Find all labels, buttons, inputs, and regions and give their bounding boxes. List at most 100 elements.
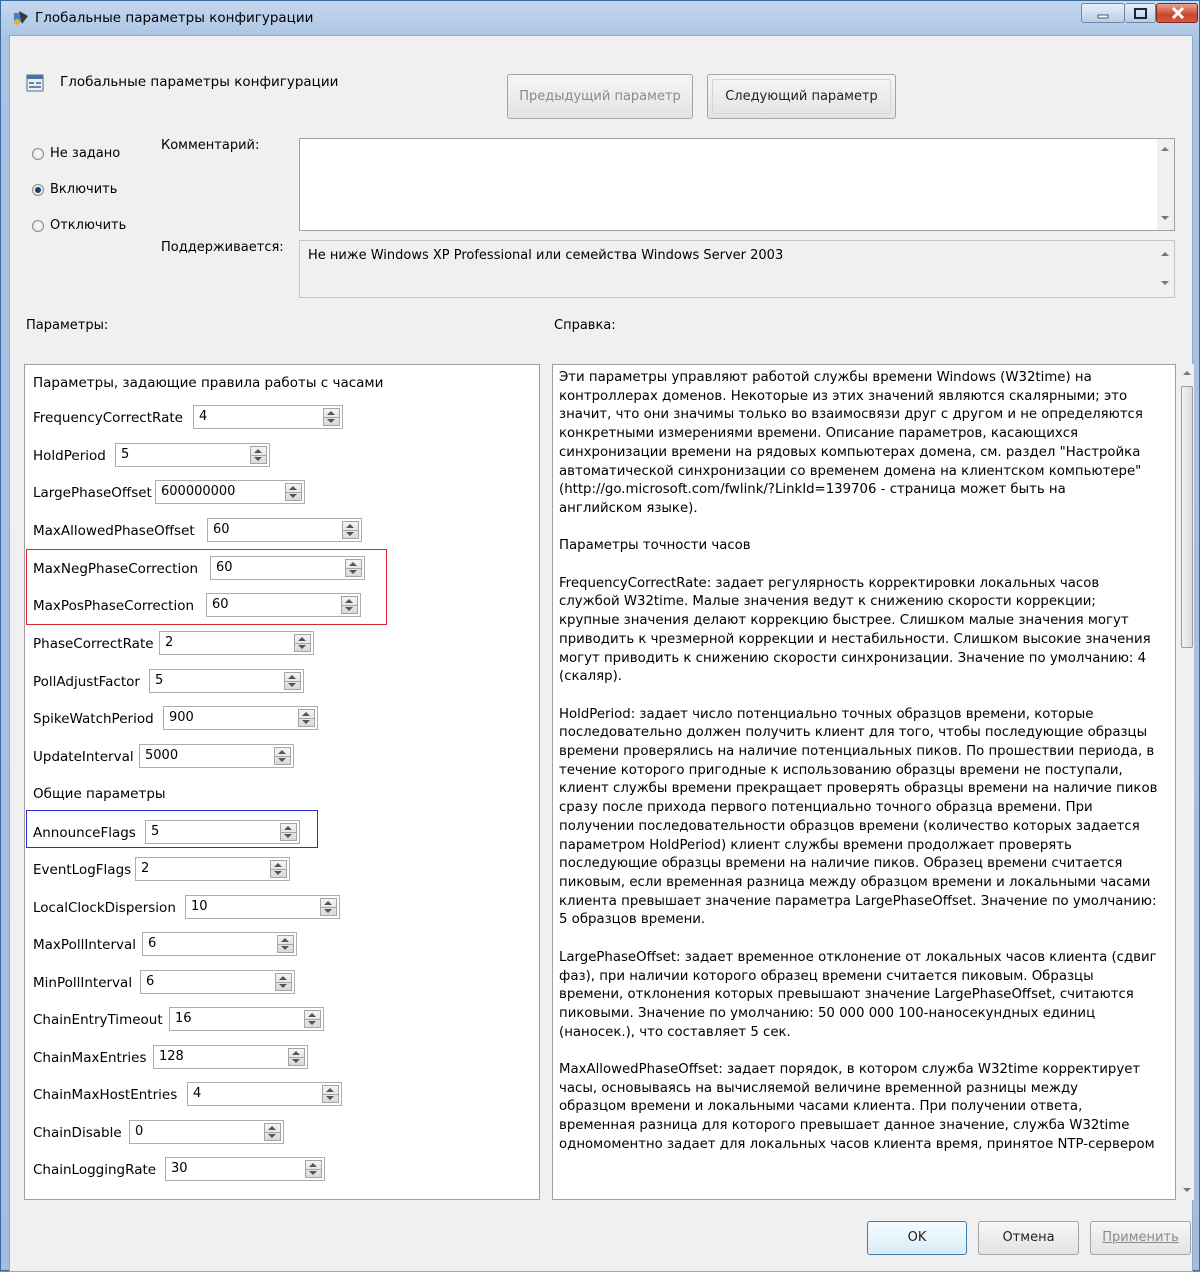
spin-arrows-icon[interactable]: [284, 672, 301, 690]
spinbox-value[interactable]: 16: [175, 1011, 192, 1026]
spin-arrows-icon[interactable]: [323, 408, 340, 426]
spinbox-value[interactable]: 5: [121, 447, 129, 462]
spinbox-value[interactable]: 2: [165, 635, 173, 650]
spinbox-value[interactable]: 30: [171, 1161, 188, 1176]
largephaseoffset-spinbox[interactable]: 600000000: [155, 480, 305, 504]
spinbox-value[interactable]: 5000: [145, 748, 178, 763]
maxallowedphaseoffset-spinbox[interactable]: 60: [207, 518, 362, 542]
spin-arrows-icon[interactable]: [322, 1085, 339, 1103]
option-label: ChainMaxHostEntries: [33, 1087, 178, 1103]
scroll-up-icon[interactable]: [1161, 252, 1169, 256]
option-label: EventLogFlags: [33, 862, 132, 878]
option-label: SpikeWatchPeriod: [33, 711, 154, 727]
chaindisable-spinbox[interactable]: 0: [129, 1120, 284, 1144]
chainloggingrate-spinbox[interactable]: 30: [165, 1157, 325, 1181]
option-label: MaxPollInterval: [33, 937, 137, 953]
spin-arrows-icon[interactable]: [274, 747, 291, 765]
spin-arrows-icon[interactable]: [341, 596, 358, 614]
maximize-icon: [1134, 8, 1147, 19]
option-label: ChainMaxEntries: [33, 1050, 147, 1066]
spinbox-value[interactable]: 5: [151, 824, 159, 839]
ok-button[interactable]: OK: [867, 1221, 967, 1255]
spinbox-value[interactable]: 60: [216, 560, 233, 575]
spin-arrows-icon[interactable]: [305, 1160, 322, 1178]
spin-arrows-icon[interactable]: [264, 1123, 281, 1141]
maxnegphasecorrection-spinbox[interactable]: 60: [210, 556, 365, 580]
spikewatchperiod-spinbox[interactable]: 900: [163, 706, 318, 730]
spinbox-value[interactable]: 900: [169, 710, 194, 725]
scroll-up-icon[interactable]: [1183, 371, 1191, 375]
cancel-button[interactable]: Отмена: [978, 1221, 1079, 1255]
next-setting-button[interactable]: Следующий параметр: [707, 74, 896, 119]
localclockdispersion-spinbox[interactable]: 10: [185, 895, 340, 919]
spin-arrows-icon[interactable]: [304, 1010, 321, 1028]
option-row-updateinterval: UpdateInterval: [33, 744, 134, 770]
spin-arrows-icon[interactable]: [277, 935, 294, 953]
radio-not-configured[interactable]: Не задано: [32, 146, 120, 161]
scroll-down-icon[interactable]: [1161, 281, 1169, 285]
option-label: LocalClockDispersion: [33, 900, 176, 916]
spin-arrows-icon[interactable]: [275, 973, 292, 991]
chainmaxentries-spinbox[interactable]: 128: [153, 1045, 308, 1069]
option-row-phasecorrectrate: PhaseCorrectRate: [33, 631, 154, 657]
apply-button[interactable]: Применить: [1090, 1221, 1191, 1255]
spinbox-value[interactable]: 2: [141, 861, 149, 876]
spin-arrows-icon[interactable]: [250, 446, 267, 464]
radio-disabled[interactable]: Отключить: [32, 218, 126, 233]
spin-arrows-icon[interactable]: [342, 521, 359, 539]
help-scroll-thumb[interactable]: [1181, 386, 1193, 648]
spinbox-value[interactable]: 4: [193, 1086, 201, 1101]
spinbox-value[interactable]: 6: [148, 936, 156, 951]
previous-setting-button[interactable]: Предыдущий параметр: [507, 74, 693, 119]
polladjustfactor-spinbox[interactable]: 5: [149, 669, 304, 693]
eventlogflags-spinbox[interactable]: 2: [135, 857, 290, 881]
minimize-button[interactable]: [1081, 3, 1125, 23]
close-icon: [1171, 6, 1185, 20]
maxpollinterval-spinbox[interactable]: 6: [142, 932, 297, 956]
option-label: PollAdjustFactor: [33, 674, 140, 690]
help-scrollbar[interactable]: [1180, 364, 1194, 1200]
maximize-button[interactable]: [1125, 3, 1156, 23]
spin-arrows-icon[interactable]: [294, 634, 311, 652]
close-button[interactable]: [1156, 3, 1198, 23]
spinbox-value[interactable]: 4: [199, 409, 207, 424]
minpollinterval-spinbox[interactable]: 6: [140, 970, 295, 994]
spin-arrows-icon[interactable]: [280, 823, 297, 841]
scroll-down-icon[interactable]: [1161, 216, 1169, 220]
option-label: MinPollInterval: [33, 975, 133, 991]
supported-label: Поддерживается:: [161, 240, 284, 255]
spinbox-value[interactable]: 60: [213, 522, 230, 537]
comment-scrollbar[interactable]: [1157, 139, 1174, 230]
spinbox-value[interactable]: 60: [212, 597, 229, 612]
spin-arrows-icon[interactable]: [345, 559, 362, 577]
spinbox-value[interactable]: 600000000: [161, 484, 235, 499]
spin-arrows-icon[interactable]: [320, 898, 337, 916]
focus-rect: [712, 79, 891, 114]
radio-enabled[interactable]: Включить: [32, 182, 117, 197]
spin-arrows-icon[interactable]: [270, 860, 287, 878]
announceflags-spinbox[interactable]: 5: [145, 820, 300, 844]
spinbox-value[interactable]: 6: [146, 974, 154, 989]
ok-label: OK: [907, 1230, 927, 1245]
option-label: ChainEntryTimeout: [33, 1012, 163, 1028]
scroll-down-icon[interactable]: [1183, 1188, 1191, 1192]
comment-textarea[interactable]: [299, 138, 1175, 231]
phasecorrectrate-spinbox[interactable]: 2: [159, 631, 314, 655]
maxposphasecorrection-spinbox[interactable]: 60: [206, 593, 361, 617]
scroll-up-icon[interactable]: [1161, 147, 1169, 151]
spin-arrows-icon[interactable]: [298, 709, 315, 727]
spin-arrows-icon[interactable]: [285, 483, 302, 501]
section-clock-rules: Параметры, задающие правила работы с час…: [33, 375, 384, 391]
chainentrytimeout-spinbox[interactable]: 16: [169, 1007, 324, 1031]
spinbox-value[interactable]: 0: [135, 1124, 143, 1139]
radio-dot: [32, 219, 44, 232]
spinbox-value[interactable]: 10: [191, 899, 208, 914]
spinbox-value[interactable]: 128: [159, 1049, 184, 1064]
spin-arrows-icon[interactable]: [288, 1048, 305, 1066]
frequencycorrectrate-spinbox[interactable]: 4: [193, 405, 343, 429]
chainmaxhostentries-spinbox[interactable]: 4: [187, 1082, 342, 1106]
spinbox-value[interactable]: 5: [155, 673, 163, 688]
holdperiod-spinbox[interactable]: 5: [115, 443, 270, 467]
supported-scrollbar[interactable]: [1157, 241, 1174, 297]
updateinterval-spinbox[interactable]: 5000: [139, 744, 294, 768]
